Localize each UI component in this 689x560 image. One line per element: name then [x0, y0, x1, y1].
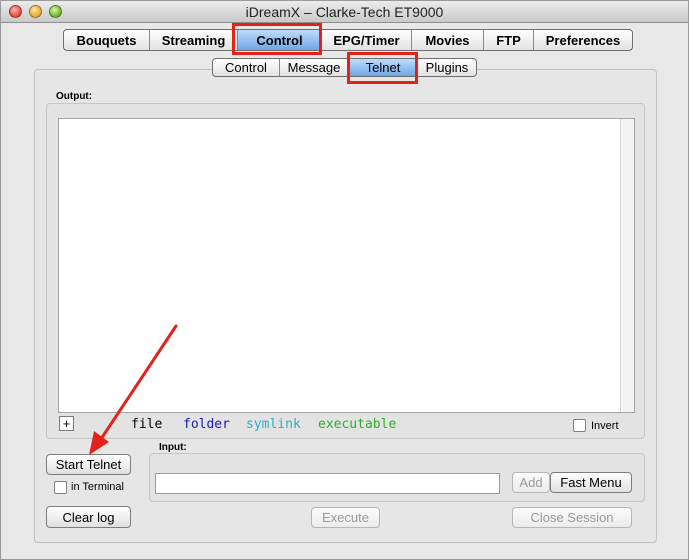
app-window: iDreamX – Clarke-Tech ET9000 Bouquets St…: [0, 0, 689, 560]
annotation-arrow: [89, 324, 178, 455]
